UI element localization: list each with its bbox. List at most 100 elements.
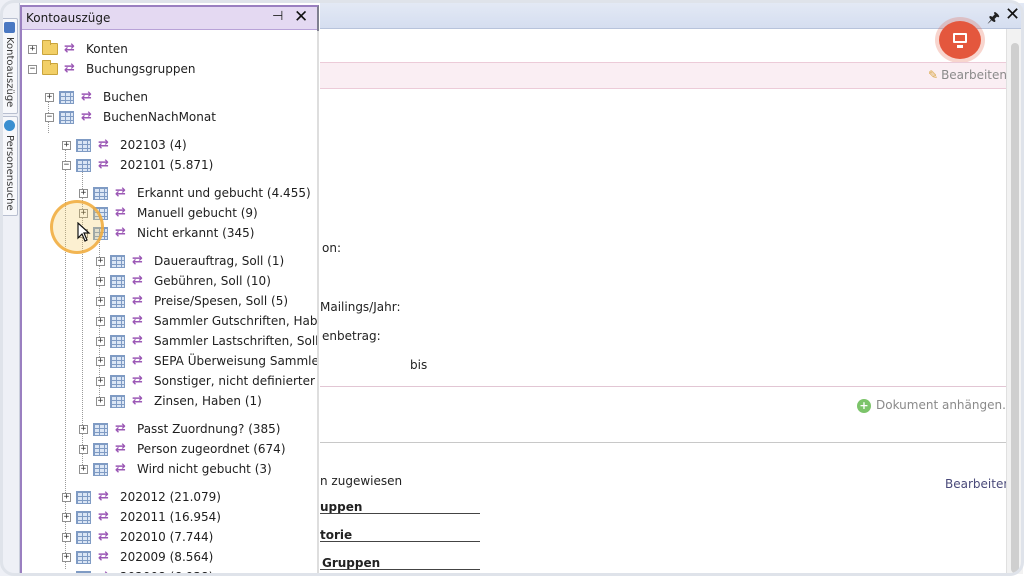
pin-icon[interactable]: 🖈 <box>987 7 1000 31</box>
table-icon <box>76 139 91 152</box>
close-icon[interactable]: ✕ <box>294 7 308 27</box>
divider <box>320 442 1006 443</box>
edit-link-bottom[interactable]: Bearbeiten <box>945 477 1011 491</box>
expand-icon[interactable]: + <box>96 357 105 366</box>
expand-icon[interactable]: + <box>96 337 105 346</box>
collapse-icon[interactable]: − <box>62 161 71 170</box>
transfer-icon: ⇄ <box>81 109 92 124</box>
table-icon <box>110 295 125 308</box>
person-search-icon <box>4 120 15 131</box>
side-tab-label: Kontoauszüge <box>4 37 15 108</box>
tree-node-label: 202010 (7.744) <box>120 530 214 544</box>
table-icon <box>110 255 125 268</box>
transfer-icon: ⇄ <box>115 441 126 456</box>
tree-node-label: Buchen <box>103 90 149 104</box>
scrollbar-thumb[interactable] <box>1011 43 1019 573</box>
tree-node-label: 202012 (21.079) <box>120 490 221 504</box>
table-icon <box>93 463 108 476</box>
expand-icon[interactable]: + <box>62 141 71 150</box>
tree-node-label: Passt Zuordnung? (385) <box>137 422 281 436</box>
field-label-enbetrag: enbetrag: <box>322 329 381 343</box>
tree-node-label: Buchungsgruppen <box>86 62 196 76</box>
tree-node-label: Erkannt und gebucht (4.455) <box>137 186 311 200</box>
expand-icon[interactable]: + <box>79 465 88 474</box>
tree-node-label: 202011 (16.954) <box>120 510 221 524</box>
side-tab-personensuche[interactable]: Personensuche <box>1 116 18 216</box>
expand-icon[interactable]: + <box>62 513 71 522</box>
expand-icon[interactable]: + <box>79 189 88 198</box>
tree-node-label: Preise/Spesen, Soll (5) <box>154 294 289 308</box>
table-icon <box>76 551 91 564</box>
table-icon <box>110 375 125 388</box>
transfer-icon: ⇄ <box>132 333 143 348</box>
divider <box>320 386 1006 387</box>
divider <box>320 541 480 542</box>
tree-node-label: Person zugeordnet (674) <box>137 442 286 456</box>
table-icon <box>93 187 108 200</box>
table-icon <box>76 491 91 504</box>
dock-pin-icon[interactable]: ⊣ <box>272 9 283 24</box>
tree-node-label: Sammler Lastschriften, Soll, ( <box>154 334 317 348</box>
tree-node-label: Dauerauftrag, Soll (1) <box>154 254 285 268</box>
expand-icon[interactable]: + <box>79 445 88 454</box>
account-tree: + ⇄ Konten − ⇄ Buchungsgruppen + ⇄ Buchen − ⇄ Buche… <box>22 31 317 576</box>
table-icon <box>76 531 91 544</box>
tree-node-label: Wird nicht gebucht (3) <box>137 462 272 476</box>
collapse-icon[interactable]: − <box>45 113 54 122</box>
transfer-icon: ⇄ <box>98 509 109 524</box>
expand-icon[interactable]: + <box>96 297 105 306</box>
mouse-cursor-icon <box>77 222 91 242</box>
expand-icon[interactable]: + <box>96 277 105 286</box>
expand-icon[interactable]: + <box>45 93 54 102</box>
bank-statement-icon <box>4 22 15 33</box>
transfer-icon: ⇄ <box>98 157 109 172</box>
panel-title-bar: Kontoauszüge ⊣ ✕ <box>22 7 317 30</box>
add-icon: + <box>857 399 871 413</box>
transfer-icon: ⇄ <box>98 529 109 544</box>
table-icon <box>76 511 91 524</box>
tree-node-label: Manuell gebucht (9) <box>137 206 258 220</box>
tree-node-label: Gebühren, Soll (10) <box>154 274 271 288</box>
panel-scrollbar[interactable] <box>317 31 319 576</box>
table-icon <box>110 335 125 348</box>
transfer-icon: ⇄ <box>115 421 126 436</box>
document-close-icon[interactable]: ✕ <box>1005 4 1020 25</box>
transfer-icon: ⇄ <box>132 353 143 368</box>
document-scrollbar[interactable] <box>1006 29 1023 574</box>
pencil-icon: ✎ <box>928 68 939 82</box>
side-tab-strip: Kontoauszüge Personensuche <box>0 0 20 576</box>
tree-node-label: 202101 (5.871) <box>120 158 214 172</box>
section-heading-torie: torie <box>320 528 353 542</box>
expand-icon[interactable]: + <box>96 257 105 266</box>
tree-node-label: SEPA Überweisung Sammler <box>154 354 317 368</box>
expand-icon[interactable]: + <box>96 377 105 386</box>
document-header-bar <box>320 3 1024 29</box>
expand-icon[interactable]: + <box>79 425 88 434</box>
edit-link-top[interactable]: ✎ Bearbeiten <box>928 68 1007 82</box>
transfer-icon: ⇄ <box>115 185 126 200</box>
section-heading-uppen: uppen <box>320 500 363 514</box>
collapse-icon[interactable]: − <box>28 65 37 74</box>
expand-icon[interactable]: + <box>96 317 105 326</box>
side-tab-kontoauszuege[interactable]: Kontoauszüge <box>1 18 18 114</box>
screen-record-button[interactable] <box>939 21 981 59</box>
field-label-on: on: <box>322 241 341 255</box>
expand-icon[interactable]: + <box>28 45 37 54</box>
expand-icon[interactable]: + <box>62 493 71 502</box>
transfer-icon: ⇄ <box>132 253 143 268</box>
expand-icon[interactable]: + <box>62 533 71 542</box>
table-icon <box>110 395 125 408</box>
transfer-icon: ⇄ <box>98 549 109 564</box>
expand-icon[interactable]: + <box>62 553 71 562</box>
divider <box>320 569 480 570</box>
table-icon <box>110 275 125 288</box>
attach-document-link[interactable]: + Dokument anhängen... <box>857 398 1014 413</box>
table-icon <box>93 423 108 436</box>
transfer-icon: ⇄ <box>81 89 92 104</box>
expand-icon[interactable]: + <box>96 397 105 406</box>
table-icon <box>76 159 91 172</box>
transfer-icon: ⇄ <box>132 293 143 308</box>
side-tab-label: Personensuche <box>4 135 15 211</box>
transfer-icon: ⇄ <box>132 273 143 288</box>
table-icon <box>110 315 125 328</box>
